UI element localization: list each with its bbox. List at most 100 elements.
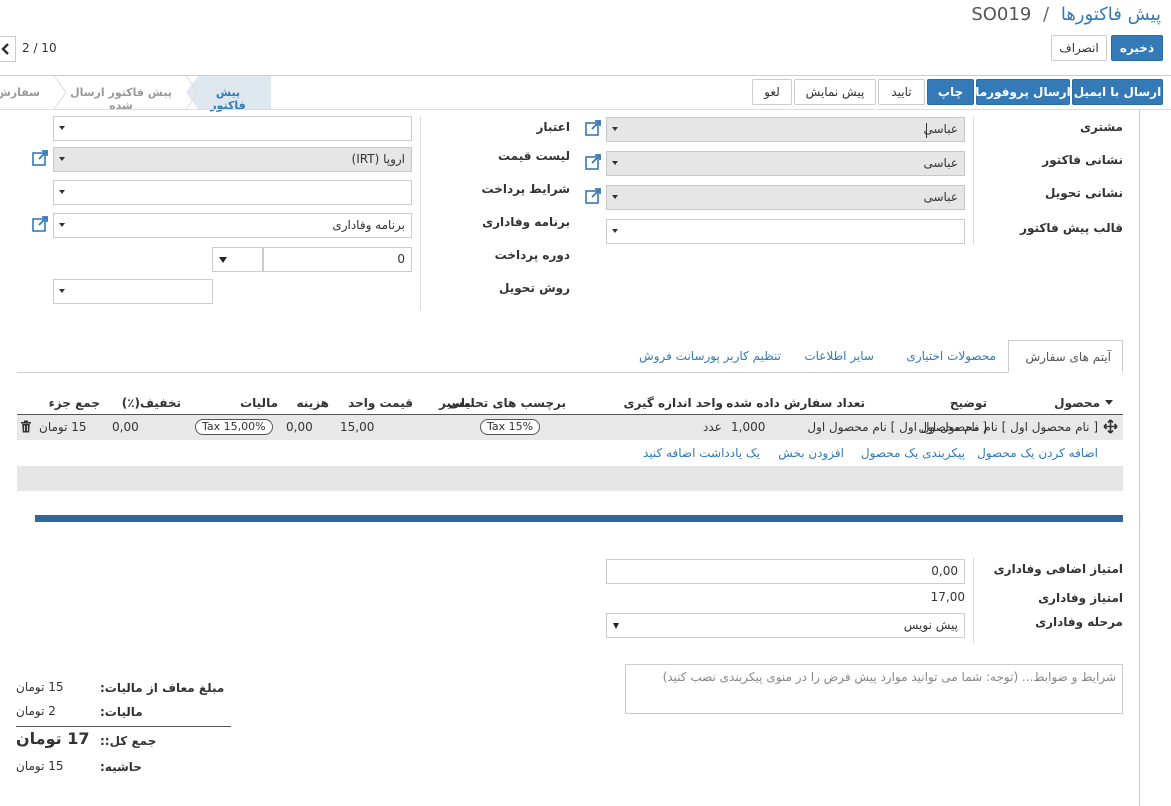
total-value: 17 تومان <box>16 729 90 748</box>
delivery-address-field[interactable]: عباسی <box>606 185 965 210</box>
chevron-down-icon[interactable] <box>59 289 65 293</box>
trash-icon[interactable] <box>20 420 32 433</box>
customer-field[interactable]: عباسی <box>606 117 965 142</box>
column-unit-price[interactable]: قیمت واحد <box>348 396 413 410</box>
breadcrumb-separator: / <box>1043 4 1050 25</box>
payment-period-input[interactable]: 0 <box>263 247 412 272</box>
add-section-link[interactable]: افزودن بخش <box>778 446 844 460</box>
save-button[interactable]: ذخیره <box>1111 35 1163 61</box>
chevron-down-icon[interactable] <box>612 161 618 165</box>
cancel-button[interactable]: لغو <box>752 79 792 105</box>
extra-loyalty-points-value: 0,00 <box>931 564 958 578</box>
column-cost[interactable]: هزینه <box>297 396 329 410</box>
total-label: جمع کل:: <box>100 734 157 748</box>
external-link-icon[interactable] <box>584 119 602 137</box>
external-link-icon[interactable] <box>31 215 49 233</box>
text-cursor <box>926 123 927 138</box>
tab-optional-products[interactable]: محصولات اختیاری <box>906 349 996 363</box>
margin-value: 15 تومان <box>16 759 64 773</box>
column-product[interactable]: محصول <box>1054 396 1100 410</box>
delivery-method-field[interactable] <box>53 279 213 304</box>
delivery-address-label: نشانی تحویل <box>1045 186 1123 200</box>
payment-terms-label: شرایط پرداخت <box>481 182 570 196</box>
chevron-down-icon[interactable] <box>612 229 618 233</box>
column-uom[interactable]: واحد اندازه گیری <box>623 396 723 410</box>
tab-sales-commission[interactable]: تنظیم کاربر پورسانت فروش <box>639 349 781 363</box>
invoice-address-value: عباسی <box>923 156 959 170</box>
loyalty-program-field[interactable]: برنامه وفاداری <box>53 213 412 238</box>
sort-caret-icon <box>1105 400 1113 405</box>
group-divider <box>973 117 974 245</box>
print-button[interactable]: چاپ <box>927 79 974 105</box>
column-discount[interactable]: تخفیف(٪) <box>122 396 181 410</box>
discard-button[interactable]: انصراف <box>1051 35 1107 61</box>
chevron-down-icon[interactable] <box>612 195 618 199</box>
terms-textarea[interactable]: شرایط و ضوابط... (توجه: شما می توانید مو… <box>625 664 1123 714</box>
analytic-tag-badge[interactable]: Tax 15% <box>480 419 541 435</box>
caret-down-icon <box>219 257 227 263</box>
column-taxes[interactable]: مالیات <box>240 396 278 410</box>
cell-discount[interactable]: 0,00 <box>112 420 139 434</box>
add-product-link[interactable]: اضافه کردن یک محصول <box>977 446 1098 460</box>
column-subtotal[interactable]: جمع جزء <box>49 396 100 410</box>
pager-previous-button[interactable] <box>0 36 16 62</box>
configure-product-link[interactable]: پیکربندی یک محصول <box>861 446 965 460</box>
column-ordered-qty[interactable]: تعداد سفارش داده شده <box>726 396 865 410</box>
send-proforma-button[interactable]: ارسال پروفورما <box>975 79 1071 105</box>
section-divider <box>35 515 1123 522</box>
cell-cost[interactable]: 0,00 <box>286 420 313 434</box>
external-link-icon[interactable] <box>584 187 602 205</box>
payment-period-label: دوره پرداخت <box>494 248 570 262</box>
send-by-email-button[interactable]: ارسال با ایمیل <box>1072 79 1163 105</box>
tab-other-info[interactable]: سایر اطلاعات <box>804 349 874 363</box>
chevron-down-icon[interactable] <box>612 127 618 131</box>
status-step-separator <box>53 76 67 109</box>
loyalty-stage-select[interactable]: پیش نویس <box>606 613 965 638</box>
chevron-down-icon[interactable] <box>59 157 65 161</box>
drag-handle-icon[interactable] <box>1103 419 1118 434</box>
validity-label: اعتبار <box>536 120 570 134</box>
add-note-link[interactable]: یک یادداشت اضافه کنید <box>643 446 760 460</box>
external-link-icon[interactable] <box>584 153 602 171</box>
loyalty-program-value: برنامه وفاداری <box>332 218 405 232</box>
action-bar-divider <box>0 109 1171 110</box>
pricelist-label: لیست قیمت <box>498 149 570 163</box>
chevron-down-icon[interactable] <box>59 126 65 130</box>
quotation-template-field[interactable] <box>606 219 965 244</box>
taxes-label: مالیات: <box>100 705 143 719</box>
chevron-down-icon[interactable] <box>59 223 65 227</box>
terms-placeholder: شرایط و ضوابط... (توجه: شما می توانید مو… <box>662 670 1116 684</box>
sheet-border <box>1139 110 1140 806</box>
external-link-icon[interactable] <box>31 149 49 167</box>
pricelist-value: اروپا (IRT) <box>351 152 405 166</box>
cell-qty[interactable]: 1,000 <box>731 420 765 434</box>
quotation-template-label: قالب پیش فاکتور <box>1020 221 1123 235</box>
breadcrumb-parent-link[interactable]: پیش فاکتورها <box>1061 4 1161 25</box>
loyalty-stage-label: مرحله وفاداری <box>1035 615 1123 629</box>
payment-period-unit-select[interactable] <box>212 247 263 272</box>
totals-divider <box>16 726 231 727</box>
confirm-button[interactable]: تایید <box>878 79 925 105</box>
status-step-sale[interactable]: سفارش ف <box>0 86 40 99</box>
payment-terms-field[interactable] <box>53 180 412 205</box>
group-divider <box>973 558 974 643</box>
tax-badge[interactable]: Tax 15,00% <box>195 419 273 435</box>
pager: 2 / 10 <box>22 41 57 55</box>
cell-description[interactable]: [ نام محصول اول ] نام محصول اول <box>807 420 987 434</box>
delivery-address-value: عباسی <box>923 190 959 204</box>
validity-field[interactable] <box>53 116 412 141</box>
extra-loyalty-points-input[interactable]: 0,00 <box>606 559 965 584</box>
group-divider <box>420 117 421 310</box>
cell-subtotal: 15 تومان <box>39 420 87 434</box>
preview-button[interactable]: پیش نمایش <box>794 79 876 105</box>
loyalty-points-value: 17,00 <box>930 590 965 604</box>
column-route[interactable]: مسیر <box>439 396 471 410</box>
cell-unit-price[interactable]: 15,00 <box>340 420 374 434</box>
invoice-address-field[interactable]: عباسی <box>606 151 965 176</box>
chevron-down-icon[interactable] <box>59 190 65 194</box>
cell-uom[interactable]: عدد <box>703 420 722 434</box>
column-description[interactable]: توضیح <box>950 396 987 410</box>
extra-loyalty-points-label: امتیاز اضافی وفاداری <box>993 562 1123 576</box>
pricelist-field[interactable]: اروپا (IRT) <box>53 147 412 172</box>
loyalty-program-label: برنامه وفاداری <box>482 215 570 229</box>
